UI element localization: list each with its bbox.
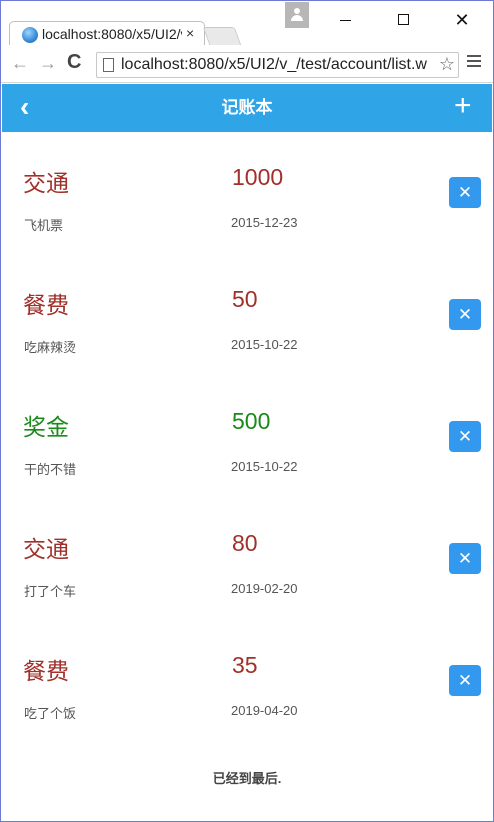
profile-head-shape (294, 8, 300, 14)
maximize-icon (398, 14, 409, 25)
list-item: 交通 1000 飞机票 2015-12-23 ✕ (2, 132, 492, 254)
profile-body-shape (291, 15, 303, 21)
back-arrow-icon[interactable]: ← (11, 53, 29, 74)
reload-icon[interactable]: C (67, 51, 81, 74)
record-memo: 干的不错 (24, 462, 77, 477)
record-memo: 吃了个饭 (24, 706, 77, 721)
list-end-text: 已经到最后. (212, 771, 282, 786)
record-amount: 80 (232, 530, 258, 556)
window-close-button[interactable]: ✕ (447, 7, 477, 33)
bookmark-star-icon[interactable]: ☆ (439, 54, 455, 75)
list-item: 交通 80 打了个车 2019-02-20 ✕ (2, 498, 492, 620)
menu-icon[interactable] (467, 55, 481, 69)
list-item: 餐费 50 吃麻辣烫 2015-10-22 ✕ (2, 254, 492, 376)
record-date: 2019-02-20 (231, 581, 298, 596)
add-icon[interactable]: + (454, 88, 472, 124)
delete-button[interactable]: ✕ (449, 665, 481, 696)
minimize-button[interactable] (331, 7, 361, 33)
page-title: 记账本 (221, 98, 273, 117)
list-item: 奖金 500 干的不错 2015-10-22 ✕ (2, 376, 492, 498)
new-tab-button[interactable] (202, 27, 242, 45)
record-category: 餐费 (23, 658, 69, 684)
delete-button[interactable]: ✕ (449, 543, 481, 574)
forward-arrow-icon[interactable]: → (39, 53, 57, 74)
profile-icon[interactable] (285, 2, 309, 28)
delete-button[interactable]: ✕ (449, 299, 481, 330)
record-date: 2015-10-22 (231, 459, 298, 474)
delete-button[interactable]: ✕ (449, 421, 481, 452)
record-amount: 500 (232, 408, 271, 434)
record-category: 餐费 (23, 292, 69, 318)
address-bar-row: ← → C localhost:8080/x5/UI2/v_/test/acco… (1, 45, 493, 83)
record-category: 交通 (23, 170, 69, 196)
delete-button[interactable]: ✕ (449, 177, 481, 208)
maximize-button[interactable] (389, 7, 419, 33)
browser-window: localhost:8080/x5/UI2/v_/test/account/li… (0, 0, 494, 822)
record-amount: 50 (232, 286, 258, 312)
browser-tab[interactable]: localhost:8080/x5/UI2/v_/test/account/li… (9, 21, 205, 46)
record-category: 交通 (23, 536, 69, 562)
list-item: 餐费 35 吃了个饭 2019-04-20 ✕ (2, 620, 492, 742)
record-category: 奖金 (23, 414, 69, 440)
back-icon[interactable]: ‹ (20, 92, 29, 122)
record-date: 2015-12-23 (231, 215, 298, 230)
app-header: 记账本 ‹ + (2, 84, 492, 132)
record-amount: 35 (232, 652, 258, 678)
address-bar[interactable]: localhost:8080/x5/UI2/v_/test/account/li… (96, 52, 459, 78)
record-date: 2019-04-20 (231, 703, 298, 718)
tab-close-icon[interactable]: × (186, 25, 194, 41)
record-amount: 1000 (232, 164, 284, 190)
record-memo: 打了个车 (24, 584, 77, 599)
title-bar: localhost:8080/x5/UI2/v_/test/account/li… (1, 1, 493, 46)
favicon-icon (22, 27, 38, 43)
page-icon (103, 58, 114, 72)
record-date: 2015-10-22 (231, 337, 298, 352)
record-memo: 吃麻辣烫 (24, 340, 77, 355)
record-memo: 飞机票 (24, 218, 64, 233)
minimize-icon (340, 20, 351, 21)
url-text[interactable]: localhost:8080/x5/UI2/v_/test/account/li… (121, 56, 427, 74)
tab-title: localhost:8080/x5/UI2/v_/test/account/li… (42, 26, 182, 42)
record-list: 交通 1000 飞机票 2015-12-23 ✕ 餐费 50 吃麻辣烫 2015… (2, 132, 492, 742)
